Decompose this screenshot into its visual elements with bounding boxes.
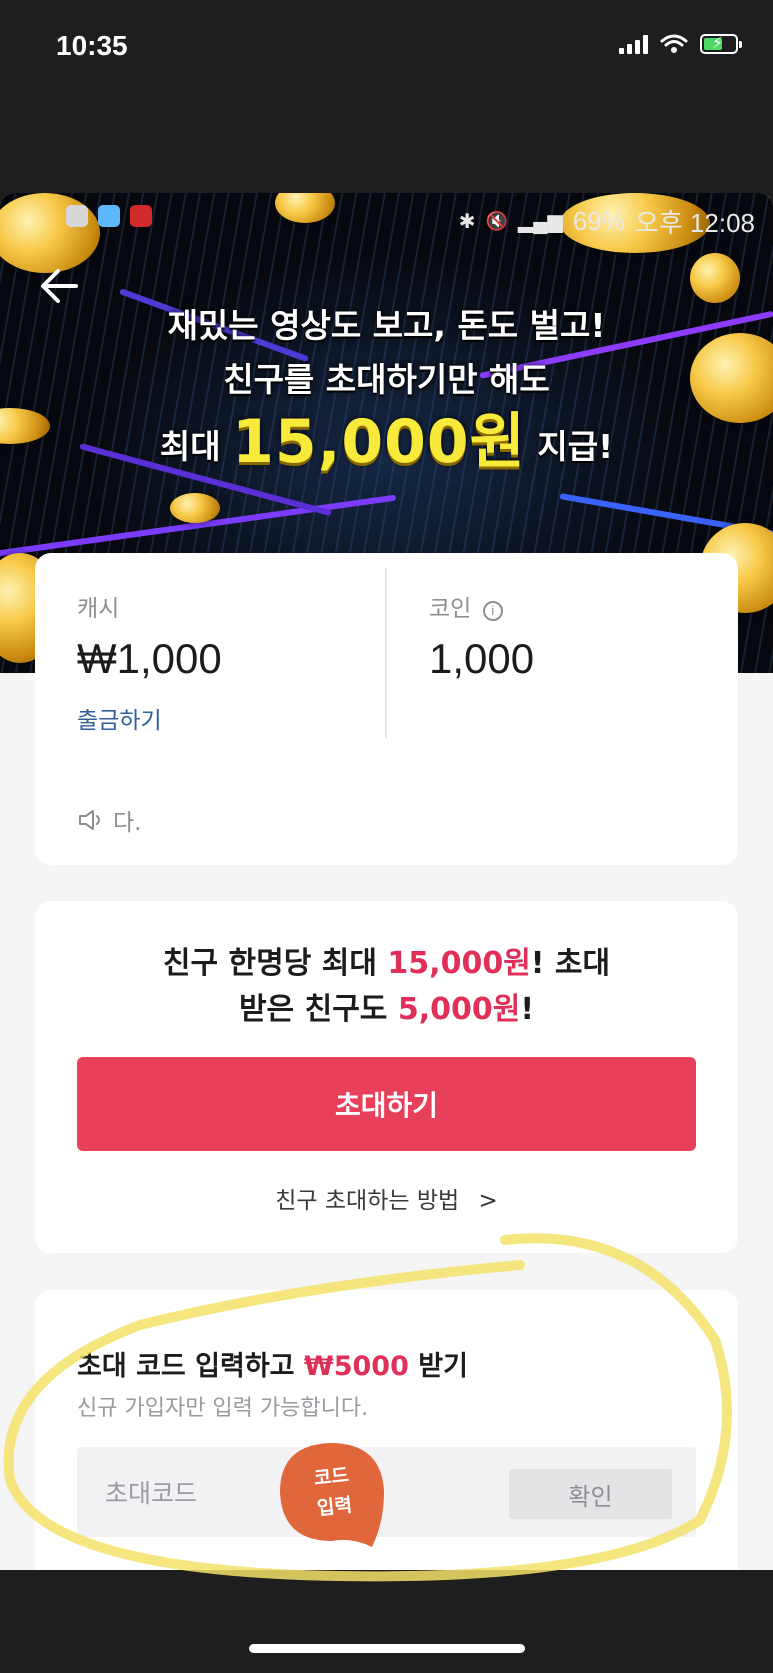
android-battery: 69%	[572, 206, 625, 236]
invite-amount-1: 15,000원	[387, 946, 531, 981]
banner-line-2: 친구를 초대하기만 해도	[223, 360, 550, 399]
coin-decoration	[170, 493, 220, 523]
mute-icon: 🔇	[485, 211, 508, 231]
code-title-part: 초대 코드 입력하고	[77, 1351, 304, 1382]
ios-clock: 10:35	[56, 30, 128, 61]
invite-title-part: 친구 한명당 최대	[162, 946, 388, 981]
android-clock: 오후 12:08	[634, 208, 755, 238]
invite-title-part: !	[520, 992, 535, 1027]
battery-charging-icon: ⚡	[700, 33, 742, 54]
invite-card: 친구 한명당 최대 15,000원! 초대 받은 친구도 5,000원! 초대하…	[35, 901, 738, 1253]
coin-decoration	[690, 253, 740, 303]
banner-line3-prefix: 최대	[159, 427, 221, 466]
ios-status-icons: ⚡	[619, 33, 742, 54]
balance-divider	[385, 568, 387, 738]
ghost-app-icon	[98, 205, 120, 227]
banner-line-3: 최대 15,000원 지급!	[0, 407, 773, 482]
invite-howto-link[interactable]: 친구 초대하는 방법 >	[35, 1181, 738, 1215]
invite-title-part: 받은 친구도	[238, 992, 398, 1027]
notice-ticker[interactable]: 다.	[77, 803, 141, 837]
howto-label: 친구 초대하는 방법	[275, 1188, 460, 1214]
speaker-icon	[79, 810, 100, 830]
invite-title: 친구 한명당 최대 15,000원! 초대 받은 친구도 5,000원!	[35, 941, 738, 1033]
banner-headline: 재밌는 영상도 보고, 돈도 벌고! 친구를 초대하기만 해도 최대 15,00…	[0, 303, 773, 482]
code-title-part: 받기	[408, 1351, 468, 1382]
app-screen: ✱ 🔇 ▂▄▆ 69% 오후 12:08 재밌는 영상도 보고, 돈도 벌고! …	[0, 193, 773, 1570]
banner-amount: 15,000원	[232, 407, 526, 477]
confirm-button[interactable]: 확인	[509, 1469, 672, 1519]
ios-status-bar: 10:35 ⚡	[0, 0, 773, 95]
video-app-icon	[130, 205, 152, 227]
code-title: 초대 코드 입력하고 ₩5000 받기	[77, 1344, 468, 1383]
coin-value: 1,000	[429, 635, 535, 682]
signal-icon: ▂▄▆	[517, 211, 563, 233]
withdraw-link[interactable]: 출금하기	[77, 701, 162, 735]
notice-text: 다.	[113, 810, 142, 836]
cellular-signal-icon	[619, 34, 648, 54]
bluetooth-icon: ✱	[458, 211, 476, 233]
code-subtitle: 신규 가입자만 입력 가능합니다.	[77, 1396, 369, 1421]
home-indicator[interactable]	[249, 1644, 525, 1653]
banner-line-1: 재밌는 영상도 보고, 돈도 벌고!	[167, 306, 606, 345]
cash-label: 캐시	[77, 596, 120, 622]
coin-label: 코인	[429, 596, 472, 622]
chat-app-icon	[66, 205, 88, 227]
invite-title-part: ! 초대	[530, 946, 611, 981]
coin-label-group: 코인 i	[429, 589, 503, 623]
balance-card: 캐시 ₩1,000 출금하기 코인 i 1,000 다.	[35, 553, 738, 865]
android-status-bar: ✱ 🔇 ▂▄▆ 69% 오후 12:08	[0, 203, 773, 239]
info-icon[interactable]: i	[482, 601, 503, 621]
cash-value: ₩1,000	[77, 635, 222, 682]
annotation-text: 코드 입력	[269, 1456, 397, 1528]
wifi-icon	[660, 34, 688, 53]
invite-button[interactable]: 초대하기	[77, 1057, 696, 1151]
chevron-right-icon: >	[478, 1188, 498, 1214]
banner-line3-suffix: 지급!	[537, 427, 614, 466]
code-amount: ₩5000	[303, 1351, 409, 1382]
invite-amount-2: 5,000원	[397, 992, 521, 1027]
